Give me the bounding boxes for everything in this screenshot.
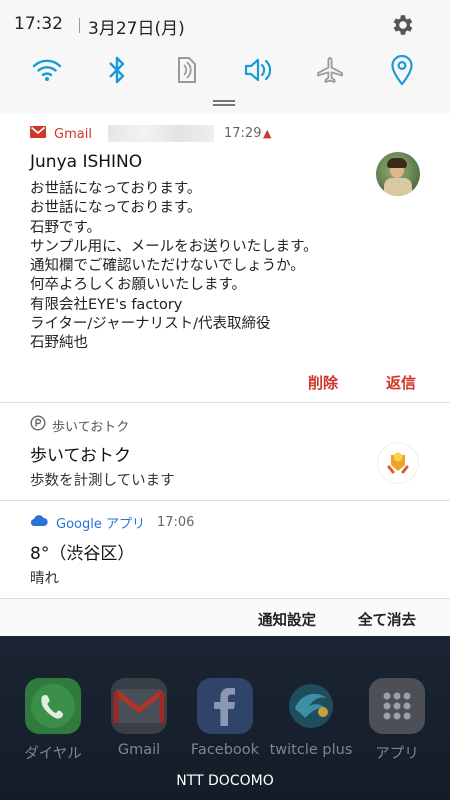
redacted-account <box>108 125 214 142</box>
dock-label: Gmail <box>117 742 161 758</box>
sound-icon[interactable] <box>238 52 278 88</box>
email-line: ライター/ジャーナリスト/代表取締役 <box>30 316 271 333</box>
walk-app-icon <box>30 415 46 435</box>
notification-panel: Gmail 17:29 ▲ Junya ISHINO お世話になっております。 … <box>0 114 450 636</box>
collapse-chevron-icon[interactable]: ▲ <box>263 127 271 140</box>
quick-settings-panel: 17:32 3月27日(月) <box>0 0 450 114</box>
status-bar: 17:32 3月27日(月) <box>0 0 450 48</box>
status-date: 3月27日(月) <box>88 19 185 39</box>
facebook-icon <box>197 678 253 734</box>
google-app-name: Google アプリ <box>56 517 145 532</box>
sender-avatar <box>376 152 420 196</box>
dock-label: Facebook <box>190 742 260 758</box>
notification-settings-button[interactable]: 通知設定 <box>258 609 316 630</box>
walk-title: 歩いておトク <box>30 446 131 466</box>
walk-notification[interactable]: 歩いておトク 歩いておトク 歩数を計測しています <box>0 403 450 500</box>
settings-gear-icon[interactable] <box>390 12 416 38</box>
email-line: お世話になっております。 <box>30 200 202 217</box>
email-line: サンプル用に、メールをお送りいたします。 <box>30 238 318 255</box>
twitcle-plus-icon <box>283 678 339 734</box>
dock-label: ダイヤル <box>24 746 82 762</box>
google-app-row: Google アプリ 17:06 <box>30 513 194 532</box>
sender-name: Junya ISHINO <box>30 152 143 172</box>
dock-app-gmail[interactable]: Gmail <box>99 678 179 778</box>
walk-mascot-icon <box>378 443 418 483</box>
reply-button[interactable]: 返信 <box>386 372 416 393</box>
carrier-name: NTT DOCOMO <box>176 773 274 789</box>
email-line: 石野です。 <box>30 219 102 236</box>
walk-app-name: 歩いておトク <box>52 419 130 435</box>
airplane-mode-icon[interactable] <box>310 52 350 88</box>
divider <box>0 598 450 599</box>
bluetooth-icon[interactable] <box>97 52 137 88</box>
google-weather-notification[interactable]: Google アプリ 17:06 8°（渋谷区） 晴れ <box>0 501 450 598</box>
gmail-app-name: Gmail <box>54 126 92 142</box>
dock-app-twitcle-plus[interactable]: twitcle plus <box>270 678 352 778</box>
weather-temperature: 8°（渋谷区） <box>30 544 135 564</box>
wifi-icon[interactable] <box>27 52 67 88</box>
dock-app-phone[interactable]: ダイヤル <box>13 678 93 778</box>
email-subject: お世話になっております。 <box>30 181 202 197</box>
dock-app-drawer[interactable]: アプリ <box>357 678 437 778</box>
status-time: 17:32 <box>14 14 63 34</box>
dock-label: アプリ <box>375 746 419 762</box>
app-drawer-icon <box>369 678 425 734</box>
walk-app-row: 歩いておトク <box>30 415 129 435</box>
gmail-icon <box>111 678 167 734</box>
gmail-app-row: Gmail <box>30 126 92 142</box>
delete-button[interactable]: 削除 <box>308 372 338 393</box>
location-icon[interactable] <box>382 52 422 88</box>
home-dock: ダイヤル Gmail Facebook twitcle plus アプリ NTT… <box>0 636 450 800</box>
weather-condition: 晴れ <box>30 571 59 587</box>
quick-toggles <box>0 52 450 88</box>
status-divider <box>79 18 80 33</box>
gmail-icon <box>30 126 46 142</box>
email-line: 有限会社EYE's factory <box>30 296 183 313</box>
email-line: 何卒よろしくお願いいたします。 <box>30 277 247 294</box>
gmail-time: 17:29 <box>224 126 262 141</box>
dock-label: twitcle plus <box>269 742 353 758</box>
email-body: お世話になっております。 お世話になっております。 石野です。 サンプル用に、メ… <box>30 180 360 354</box>
panel-expand-handle[interactable] <box>213 100 235 106</box>
walk-text: 歩数を計測しています <box>30 473 175 489</box>
cloud-icon <box>30 514 48 531</box>
email-line: 石野純也 <box>30 335 88 352</box>
gmail-notification[interactable]: Gmail 17:29 ▲ Junya ISHINO お世話になっております。 … <box>0 114 450 402</box>
nfc-icon[interactable] <box>167 52 207 88</box>
phone-icon <box>25 678 81 734</box>
dock-app-facebook[interactable]: Facebook <box>185 678 265 778</box>
clear-all-button[interactable]: 全て消去 <box>358 609 416 630</box>
email-line: 通知欄でご確認いただけないでしょうか。 <box>30 258 305 275</box>
google-time: 17:06 <box>156 515 195 530</box>
